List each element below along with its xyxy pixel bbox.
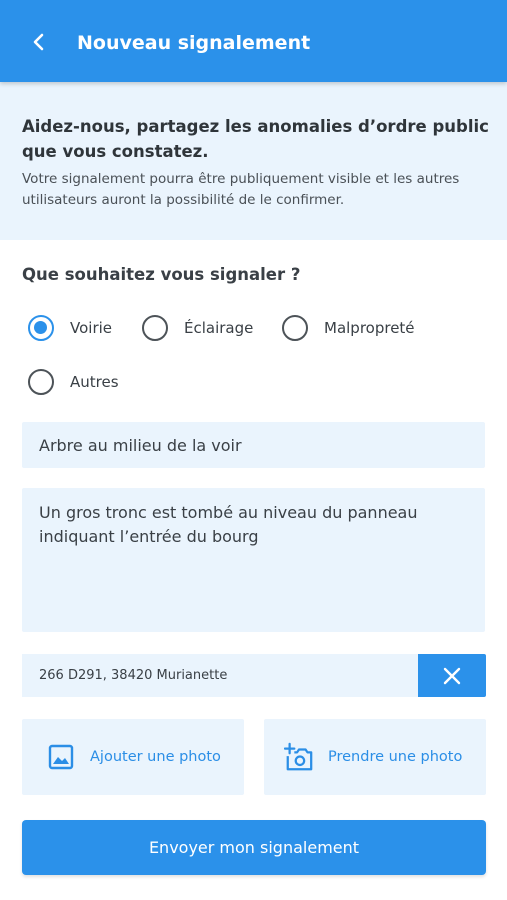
back-button[interactable]	[24, 27, 54, 57]
add-photo-button[interactable]: Ajouter une photo	[22, 719, 244, 795]
submit-report-button[interactable]: Envoyer mon signalement	[22, 820, 486, 875]
radio-eclairage[interactable]: Éclairage	[142, 313, 253, 343]
radio-label: Malpropreté	[324, 319, 415, 337]
intro-text: Votre signalement pourra être publiqueme…	[22, 171, 460, 208]
radio-malproprete[interactable]: Malpropreté	[282, 313, 415, 343]
radio-unchecked-icon	[142, 315, 168, 341]
radio-label: Éclairage	[184, 319, 254, 337]
radio-unchecked-icon	[28, 369, 54, 395]
intro-panel: Aidez-nous, partagez les anomalies d’ord…	[0, 82, 507, 240]
clear-address-button[interactable]	[418, 654, 486, 697]
radio-label: Voirie	[70, 319, 113, 337]
radio-unchecked-icon	[282, 315, 308, 341]
close-icon	[443, 667, 461, 684]
title-field-container	[22, 422, 485, 468]
address-input[interactable]	[22, 654, 418, 697]
add-camera-icon	[284, 742, 314, 772]
radio-autres[interactable]: Autres	[28, 367, 119, 397]
radio-voirie[interactable]: Voirie	[28, 313, 112, 343]
page-title: Nouveau signalement	[77, 32, 311, 54]
category-question: Que souhaitez vous signaler ?	[22, 265, 301, 284]
description-input[interactable]: Un gros tronc est tombé au niveau du pan…	[22, 488, 485, 632]
radio-checked-icon	[28, 315, 54, 341]
intro-title: Aidez-nous, partagez les anomalies d’ord…	[22, 117, 489, 161]
title-input[interactable]	[22, 422, 485, 468]
add-photo-label: Ajouter une photo	[90, 749, 221, 765]
chevron-left-icon	[33, 33, 44, 51]
image-icon	[46, 742, 76, 772]
description-field-container: Un gros tronc est tombé au niveau du pan…	[22, 488, 485, 632]
app-bar: Nouveau signalement	[0, 0, 507, 82]
radio-label: Autres	[70, 373, 119, 391]
take-photo-label: Prendre une photo	[328, 749, 463, 765]
take-photo-button[interactable]: Prendre une photo	[264, 719, 486, 795]
address-field-container	[22, 654, 418, 697]
